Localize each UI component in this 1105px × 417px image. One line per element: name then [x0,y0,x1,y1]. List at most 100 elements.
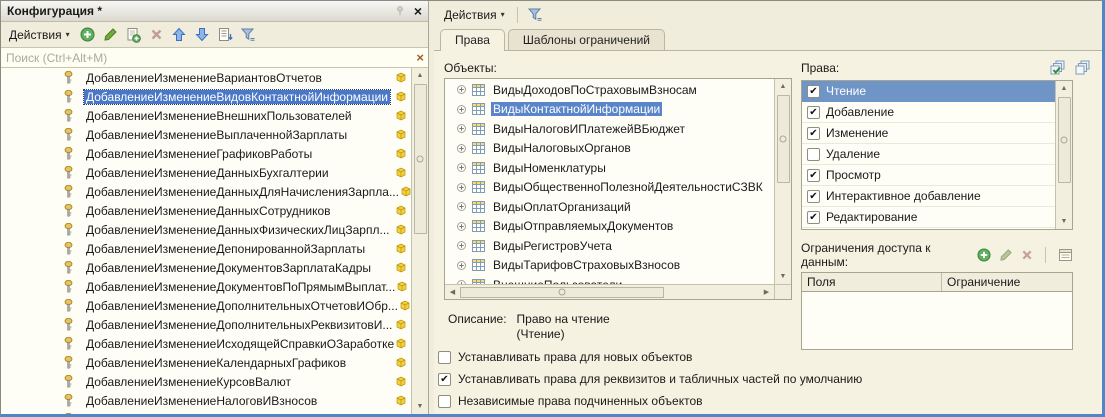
right-item[interactable]: Чтение [802,81,1055,102]
copy-add-icon[interactable] [124,26,143,44]
objects-scrollbar[interactable]: ▲ ▼ [774,79,791,284]
template-icon[interactable] [1058,248,1073,262]
role-list-item[interactable]: ДобавлениеИзменениеНалоговИВзносов [1,391,411,410]
object-tree-item[interactable]: ВидыРегистровУчета [445,236,774,256]
right-item[interactable]: Редактирование [802,207,1055,228]
move-up-icon[interactable] [170,26,189,44]
expand-icon[interactable] [457,202,466,212]
add-icon[interactable] [977,248,991,262]
scroll-up-icon[interactable]: ▲ [775,79,791,94]
role-list-item[interactable]: ДобавлениеИзменениеДанныхФизическихЛицЗа… [1,220,411,239]
checkbox[interactable] [807,105,820,119]
scroll-thumb[interactable] [413,84,427,234]
edit-icon[interactable] [101,26,120,44]
expand-icon[interactable] [457,163,466,173]
expand-icon[interactable] [457,182,466,192]
rights-scrollbar[interactable]: ▲ ▼ [1055,81,1072,229]
search-input[interactable] [1,48,408,67]
list-settings-icon[interactable] [216,26,235,44]
checkbox[interactable] [438,350,451,364]
close-icon[interactable]: × [414,4,422,18]
left-list-scrollbar[interactable]: ▲ ▼ [411,68,428,414]
role-list-item[interactable]: ДобавлениеИзменениеВидовКонтактнойИнформ… [1,87,411,106]
pin-icon[interactable] [396,6,404,16]
role-list-item[interactable]: ДобавлениеИзменениеИсходящейСправкиОЗара… [1,334,411,353]
scroll-down-icon[interactable]: ▼ [412,399,428,414]
tab[interactable]: Шаблоны ограничений [507,29,665,50]
checkbox[interactable] [807,168,820,182]
checkbox[interactable] [438,394,451,408]
move-down-icon[interactable] [193,26,212,44]
checkbox[interactable] [807,210,820,224]
actions-menu-button[interactable]: Действия ▾ [5,26,74,44]
role-list-item[interactable]: ДобавлениеИзменениеГрафиковРаботы [1,144,411,163]
right-item[interactable]: Изменение [802,123,1055,144]
object-tree-item[interactable]: ВидыНоменклатуры [445,158,774,178]
object-tree-item[interactable]: ВнешниеПользователи [445,275,774,284]
scroll-thumb[interactable] [1057,97,1071,183]
role-list-item[interactable]: ДобавлениеИзменениеВыплаченнойЗарплаты [1,125,411,144]
right-item[interactable]: Интерактивное добавление [802,186,1055,207]
role-list-item[interactable]: ДобавлениеИзменениеВнешнихПользователей [1,106,411,125]
uncheck-all-icon[interactable] [1074,60,1091,76]
expand-icon[interactable] [457,143,466,153]
checkbox[interactable] [807,126,820,140]
tab[interactable]: Права [440,29,505,51]
expand-icon[interactable] [457,104,466,114]
expand-icon[interactable] [457,85,466,95]
role-list-item[interactable]: ДобавлениеИзменениеДанныхДляНачисленияЗа… [1,182,411,201]
role-list-item[interactable]: ДобавлениеИзменениеКурсовВалют [1,372,411,391]
object-tree-item[interactable]: ВидыДоходовПоСтраховымВзносам [445,80,774,100]
option-checkbox-row[interactable]: Устанавливать права для реквизитов и таб… [438,372,862,386]
option-checkbox-row[interactable]: Независимые права подчиненных объектов [438,394,862,408]
filter-icon[interactable] [526,6,545,24]
role-list-item[interactable]: ДобавлениеИзменениеДокументовЗарплатаКад… [1,258,411,277]
role-list-item[interactable]: ДобавлениеИзменениеДепонированнойЗарплат… [1,239,411,258]
role-list-item[interactable]: ДобавлениеИзменениеКалендарныхГрафиков [1,353,411,372]
objects-hscrollbar[interactable]: ◀ ▶ [445,284,774,299]
checkbox[interactable] [807,147,820,161]
object-tree-item[interactable]: ВидыНалоговыхОрганов [445,139,774,159]
right-item[interactable]: Добавление [802,102,1055,123]
scroll-left-icon[interactable]: ◀ [445,285,460,299]
scroll-up-icon[interactable]: ▲ [412,68,428,83]
delete-icon[interactable] [147,26,166,44]
role-list-item[interactable]: ДобавлениеИзменениеДокументовПоПрямымВып… [1,277,411,296]
scroll-thumb[interactable] [460,286,664,298]
right-item[interactable]: Удаление [802,144,1055,165]
scroll-thumb[interactable] [776,95,790,183]
role-list-item[interactable]: ДобавлениеИзменениеДанныхСотрудников [1,201,411,220]
role-list-item[interactable]: ДобавлениеИзменениеВариантовОтчетов [1,68,411,87]
expand-icon[interactable] [457,260,466,270]
delete-icon[interactable] [1021,249,1033,261]
add-icon[interactable] [78,26,97,44]
option-checkbox-row[interactable]: Устанавливать права для новых объектов [438,350,862,364]
scroll-down-icon[interactable]: ▼ [1056,214,1072,229]
role-list-item[interactable]: ДобавлениеИзменениеДополнительныхРеквизи… [1,315,411,334]
actions-menu-button[interactable]: Действия ▾ [440,6,509,24]
scroll-down-icon[interactable]: ▼ [775,269,791,284]
object-tree-item[interactable]: ВидыНалоговИПлатежейВБюджет [445,119,774,139]
restrictions-table-body[interactable] [802,292,1072,349]
scroll-right-icon[interactable]: ▶ [759,285,774,299]
checkbox[interactable] [807,84,820,98]
object-tree-item[interactable]: ВидыОплатОрганизаций [445,197,774,217]
role-list-item[interactable]: ДобавлениеИзменениеДанныхБухгалтерии [1,163,411,182]
object-tree-item[interactable]: ВидыТарифовСтраховыхВзносов [445,256,774,276]
expand-icon[interactable] [457,241,466,251]
object-tree-item[interactable]: ВидыКонтактнойИнформации [445,100,774,120]
checkbox[interactable] [438,372,451,386]
scroll-up-icon[interactable]: ▲ [1056,81,1072,96]
role-list-item[interactable]: ДобавлениеИзменениеДополнительныхОтчетов… [1,296,411,315]
object-tree-item[interactable]: ВидыОтправляемыхДокументов [445,217,774,237]
edit-icon[interactable] [999,248,1013,262]
expand-icon[interactable] [457,221,466,231]
right-item[interactable]: Просмотр [802,165,1055,186]
filter-icon[interactable] [239,26,258,44]
object-tree-item[interactable]: ВидыОбщественноПолезнойДеятельностиСЗВК [445,178,774,198]
clear-search-icon[interactable]: × [416,50,424,65]
checkbox[interactable] [807,189,820,203]
expand-icon[interactable] [457,124,466,134]
check-all-icon[interactable] [1049,60,1066,76]
role-list-item[interactable]: ДобавлениеИзменение [1,410,411,414]
